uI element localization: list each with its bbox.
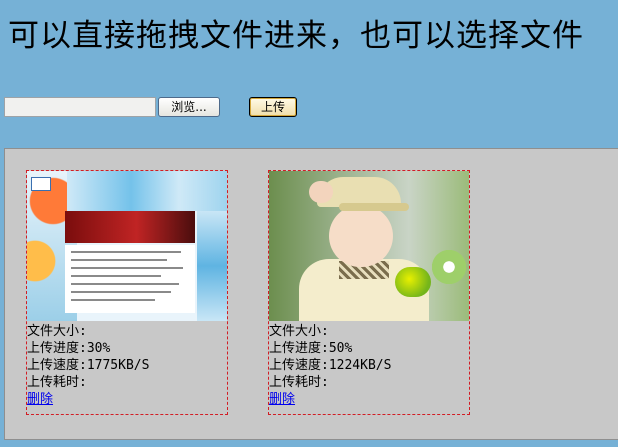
file-path-input[interactable] <box>4 97 156 117</box>
upload-card: 文件大小: 上传进度:50% 上传速度:1224KB/S 上传耗时: 删除 <box>268 170 470 415</box>
child-photo-thumbnail <box>269 171 469 321</box>
delete-link[interactable]: 删除 <box>269 392 295 407</box>
upload-elapsed-label: 上传耗时: <box>269 375 329 390</box>
page-title: 可以直接拖拽文件进来，也可以选择文件 <box>8 18 584 54</box>
upload-progress-label: 上传进度:50% <box>269 341 353 356</box>
browse-button[interactable]: 浏览... <box>158 97 220 117</box>
upload-speed-label: 上传速度:1775KB/S <box>27 358 150 373</box>
upload-elapsed-label: 上传耗时: <box>27 375 87 390</box>
upload-button[interactable]: 上传 <box>249 97 297 117</box>
upload-speed-label: 上传速度:1224KB/S <box>269 358 392 373</box>
file-size-label: 文件大小: <box>27 324 87 339</box>
upload-progress-label: 上传进度:30% <box>27 341 111 356</box>
drop-zone[interactable]: 文件大小: 上传进度:30% 上传速度:1775KB/S 上传耗时: 删除 文件… <box>4 148 618 440</box>
upload-card: 文件大小: 上传进度:30% 上传速度:1775KB/S 上传耗时: 删除 <box>26 170 228 415</box>
delete-link[interactable]: 删除 <box>27 392 53 407</box>
file-size-label: 文件大小: <box>269 324 329 339</box>
website-screenshot-thumbnail <box>27 171 227 321</box>
